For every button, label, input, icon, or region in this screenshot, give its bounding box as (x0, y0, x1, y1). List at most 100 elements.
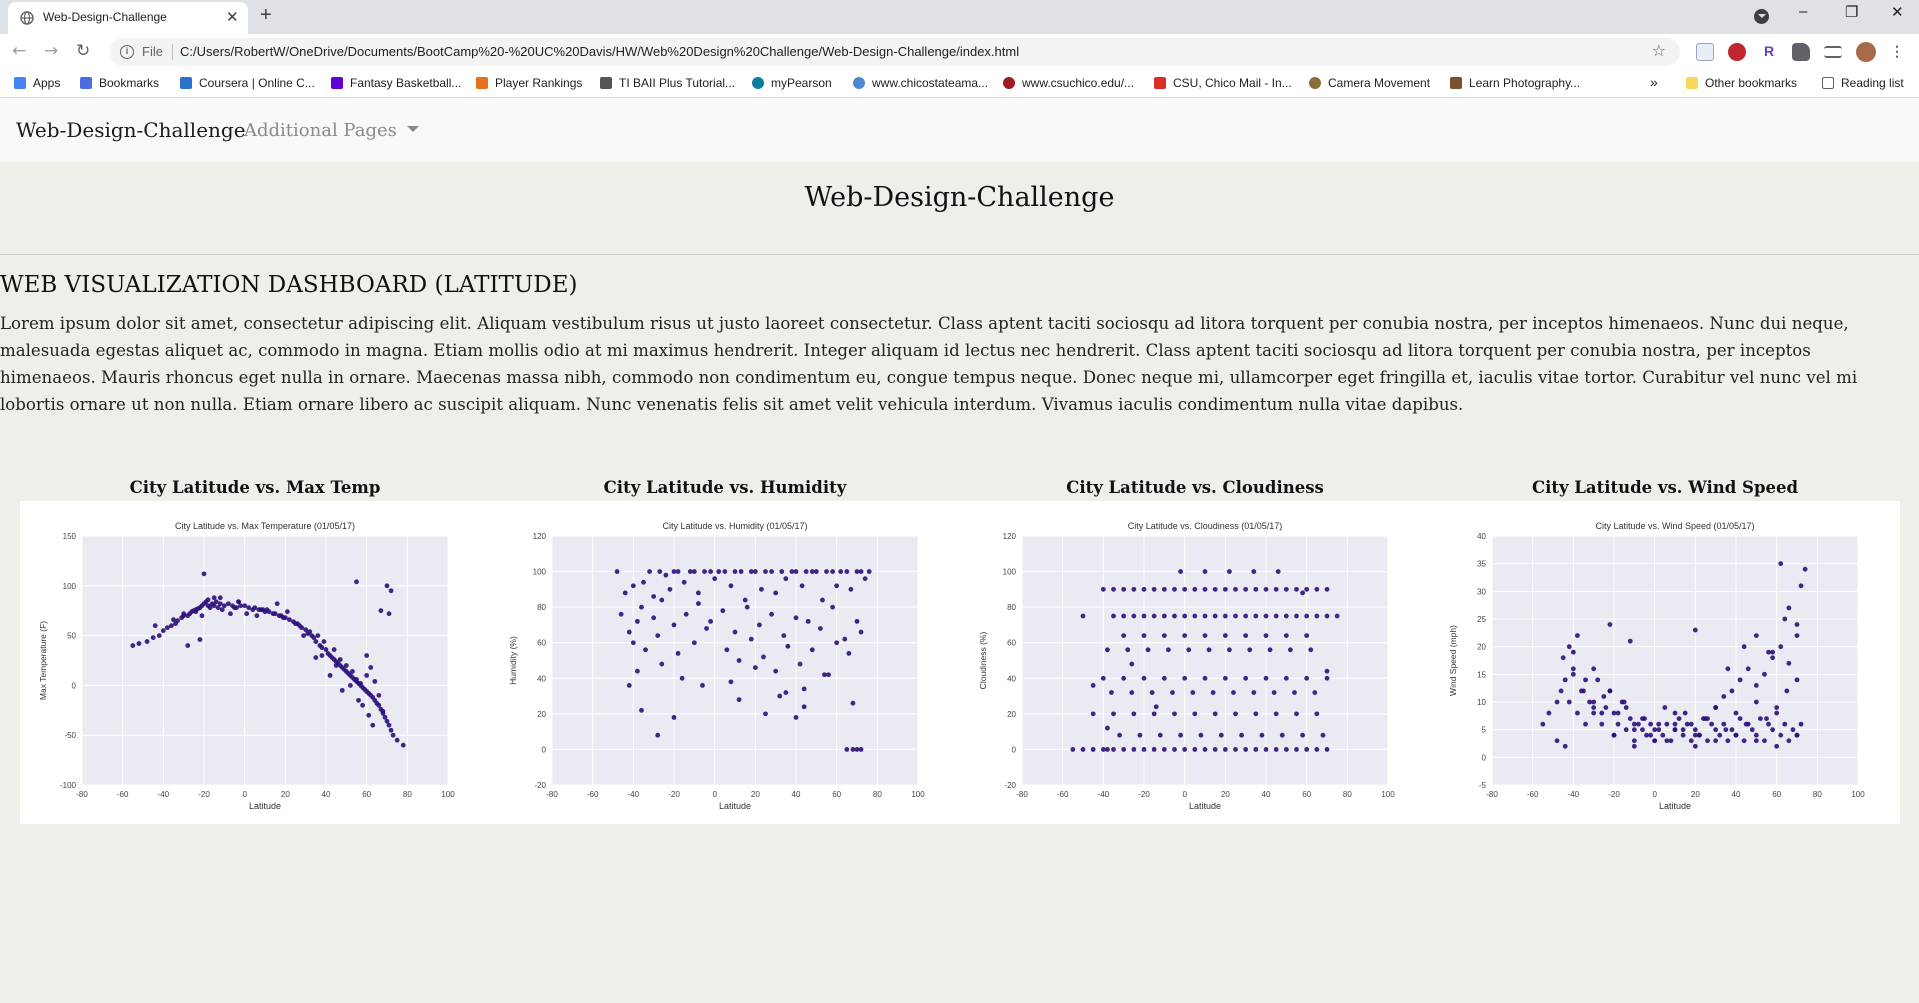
data-point (708, 618, 713, 624)
tab-search-icon[interactable] (1754, 9, 1769, 24)
puzzle-icon[interactable] (1792, 43, 1810, 61)
extension-badge-icon[interactable] (1728, 43, 1746, 61)
bookmark-ti-tutorial[interactable]: TI BAII Plus Tutorial... (600, 76, 735, 90)
address-bar[interactable]: i File C:/Users/RobertW/OneDrive/Documen… (110, 38, 1680, 66)
data-point (830, 604, 835, 610)
data-point (1210, 690, 1216, 695)
reading-list[interactable]: Reading list (1822, 76, 1904, 90)
data-point (801, 686, 807, 692)
data-point (1172, 711, 1177, 717)
data-point (683, 611, 689, 617)
data-point (663, 572, 669, 578)
bookmark-fantasy-basketball[interactable]: Fantasy Basketball... (331, 76, 461, 90)
data-point (626, 683, 632, 688)
y-tick-label: 40 (1477, 532, 1486, 541)
new-tab-icon[interactable]: + (260, 4, 272, 27)
caret-down-icon (406, 126, 419, 132)
data-point (370, 722, 376, 728)
bookmark-chicostate[interactable]: www.chicostateama... (853, 76, 988, 90)
bookmark-coursera[interactable]: Coursera | Online C... (180, 76, 315, 90)
bookmark-camera-movement[interactable]: Camera Movement (1309, 76, 1430, 90)
restore-icon[interactable]: ❐ (1845, 3, 1858, 21)
data-point (1570, 666, 1576, 672)
data-point (763, 711, 768, 717)
forward-icon[interactable]: → (44, 41, 58, 61)
x-tick-label: 80 (1343, 790, 1352, 799)
data-point (1275, 569, 1281, 574)
scatter-chart-wind-speed: -80 -60 -40 -20 0 20 40 60 80 100 -5 0 5 10 15 20 25 30 35… (1448, 521, 1865, 811)
data-point (659, 661, 665, 667)
data-point (1566, 699, 1572, 705)
browser-tab[interactable]: Web-Design-Challenge ✕ (8, 2, 248, 34)
data-point (1141, 675, 1147, 681)
data-point (675, 569, 681, 574)
window-close-icon[interactable]: ✕ (1891, 3, 1904, 21)
data-point (1100, 586, 1106, 592)
chart-image[interactable]: -80 -60 -40 -20 0 20 40 60 80 100 -100 -50 0 50 100 150… (20, 501, 490, 824)
extension-icon[interactable] (1696, 43, 1714, 61)
bookmarks-overflow-icon[interactable]: » (1650, 74, 1658, 90)
bookmark-bookmarks[interactable]: Bookmarks (80, 76, 159, 90)
data-point (1129, 690, 1135, 695)
data-point (1627, 716, 1633, 721)
bookmark-mypearson[interactable]: myPearson (752, 76, 832, 90)
bookmark-csuchico[interactable]: www.csuchico.edu/... (1003, 76, 1134, 90)
bookmark-star-icon[interactable]: ☆ (1652, 41, 1666, 60)
data-point (1312, 690, 1318, 695)
bookmark-learn-photography[interactable]: Learn Photography... (1450, 76, 1580, 90)
data-point (1202, 633, 1208, 638)
menu-icon[interactable]: ⋮ (1890, 43, 1908, 61)
data-point (708, 569, 713, 574)
additional-pages-dropdown[interactable]: Additional Pages (244, 120, 419, 141)
address-url[interactable]: C:/Users/RobertW/OneDrive/Documents/Boot… (180, 44, 1019, 59)
data-point (1263, 675, 1269, 681)
info-icon[interactable]: i (120, 45, 134, 59)
reading-list-icon (1822, 77, 1834, 89)
chart-image[interactable]: -80 -60 -40 -20 0 20 40 60 80 100 -20 0 20 40 60 80 100 1… (960, 501, 1430, 824)
data-point (1631, 721, 1637, 727)
data-point (1111, 613, 1116, 619)
chart-title: City Latitude vs. Cloudiness (01/05/17) (1128, 521, 1283, 531)
r-extension-icon[interactable]: R (1760, 43, 1778, 61)
data-point (1294, 613, 1299, 619)
data-point (1324, 747, 1330, 752)
data-point (1283, 613, 1289, 619)
back-icon[interactable]: ← (12, 41, 26, 61)
data-point (246, 605, 252, 611)
tab-close-icon[interactable]: ✕ (226, 8, 239, 26)
rankings-icon (476, 77, 488, 89)
bookmark-player-rankings[interactable]: Player Rankings (476, 76, 582, 90)
data-point (1721, 694, 1727, 699)
playlist-icon[interactable] (1824, 46, 1842, 58)
data-point (1192, 613, 1198, 619)
data-point (626, 629, 632, 635)
chart-image[interactable]: -80 -60 -40 -20 0 20 40 60 80 100 -20 0 20 40 60 80 100 1… (490, 501, 960, 824)
data-point (1202, 613, 1208, 619)
data-point (1182, 586, 1188, 592)
data-point (1304, 675, 1310, 681)
navbar-brand[interactable]: Web-Design-Challenge (16, 118, 246, 142)
y-tick-label: 100 (1003, 568, 1017, 577)
data-point (1583, 721, 1588, 727)
bookmark-apps[interactable]: Apps (14, 76, 60, 90)
data-point (1294, 711, 1299, 717)
data-point (1790, 727, 1796, 733)
bookmark-chico-mail[interactable]: CSU, Chico Mail - In... (1154, 76, 1292, 90)
data-point (793, 569, 799, 574)
data-point (1304, 633, 1310, 638)
data-point (1172, 586, 1177, 592)
data-point (1762, 671, 1767, 677)
other-bookmarks[interactable]: Other bookmarks (1686, 76, 1797, 90)
data-point (175, 618, 180, 624)
data-point (1745, 666, 1751, 672)
chart-image[interactable]: -80 -60 -40 -20 0 20 40 60 80 100 -5 0 5 10 15 20 25 30 35… (1430, 501, 1900, 824)
minimize-icon[interactable]: – (1799, 3, 1807, 20)
data-point (1664, 738, 1670, 744)
avatar[interactable] (1856, 42, 1876, 62)
data-point (1324, 675, 1330, 681)
data-point (1178, 732, 1183, 738)
data-point (1741, 738, 1747, 744)
reload-icon[interactable]: ↻ (76, 41, 90, 61)
data-point (679, 675, 685, 681)
data-point (1243, 747, 1249, 752)
